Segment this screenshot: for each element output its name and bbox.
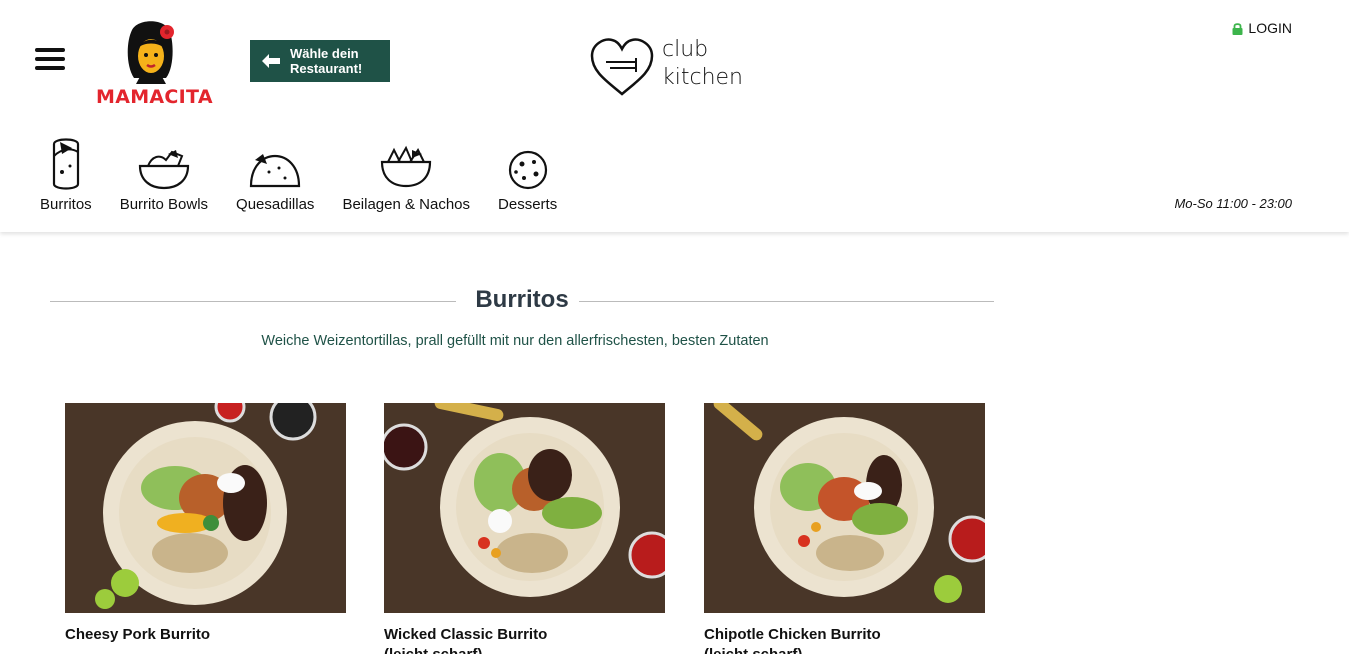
section-heading: Burritos bbox=[50, 286, 994, 316]
choose-restaurant-button[interactable]: Wähle dein Restaurant! bbox=[250, 40, 390, 82]
login-link[interactable]: LOGIN bbox=[1232, 20, 1292, 36]
site-header: MAMACITA Wähle dein Restaurant! club kit… bbox=[0, 0, 1349, 232]
brand-name: MAMACITA bbox=[96, 86, 213, 108]
login-label: LOGIN bbox=[1248, 20, 1292, 36]
product-name[interactable]: Cheesy Pork Burrito bbox=[65, 625, 346, 645]
cookie-icon bbox=[508, 150, 547, 190]
category-nav: Burritos Burrito Bowls Quesadillas Beila… bbox=[40, 138, 585, 213]
nav-label-quesadillas: Quesadillas bbox=[236, 196, 315, 213]
nav-item-burrito-bowls[interactable]: Burrito Bowls bbox=[120, 138, 208, 213]
product-card[interactable]: Wicked Classic Burrito (leicht scharf) bbox=[380, 396, 676, 654]
nav-item-burritos[interactable]: Burritos bbox=[40, 138, 92, 213]
nav-label-beilagen-nachos: Beilagen & Nachos bbox=[342, 196, 471, 213]
product-name[interactable]: Chipotle Chicken Burrito (leicht scharf) bbox=[704, 625, 985, 654]
product-image[interactable] bbox=[704, 397, 996, 613]
product-name[interactable]: Wicked Classic Burrito (leicht scharf) bbox=[384, 625, 665, 654]
lock-icon bbox=[1232, 22, 1243, 35]
nav-item-beilagen-nachos[interactable]: Beilagen & Nachos bbox=[342, 138, 470, 213]
arrow-left-icon bbox=[262, 54, 280, 68]
product-card[interactable]: Cheesy Pork Burrito bbox=[65, 391, 346, 645]
nav-label-burrito-bowls: Burrito Bowls bbox=[119, 196, 209, 213]
nav-label-burritos: Burritos bbox=[40, 196, 92, 213]
hamburger-menu-icon[interactable] bbox=[35, 48, 65, 72]
nav-label-desserts: Desserts bbox=[498, 196, 558, 213]
bowl-icon bbox=[138, 150, 189, 190]
product-card[interactable]: Chipotle Chicken Burrito (leicht scharf) bbox=[704, 397, 996, 654]
section-title: Burritos bbox=[465, 286, 579, 313]
section-subtitle: Weiche Weizentortillas, prall gefüllt mi… bbox=[261, 333, 769, 349]
quesadilla-icon bbox=[250, 154, 301, 188]
nav-item-desserts[interactable]: Desserts bbox=[498, 138, 557, 213]
product-image[interactable] bbox=[65, 391, 346, 613]
nav-item-quesadillas[interactable]: Quesadillas bbox=[236, 138, 314, 213]
page-gutter bbox=[1349, 0, 1366, 654]
nachos-icon bbox=[381, 145, 432, 188]
club-kitchen-logo-text[interactable]: club kitchen bbox=[662, 36, 743, 92]
product-image[interactable] bbox=[380, 396, 676, 613]
choose-restaurant-label: Wähle dein Restaurant! bbox=[290, 46, 363, 76]
burrito-icon bbox=[52, 138, 79, 190]
opening-hours: Mo-So 11:00 - 23:00 bbox=[1174, 196, 1292, 211]
